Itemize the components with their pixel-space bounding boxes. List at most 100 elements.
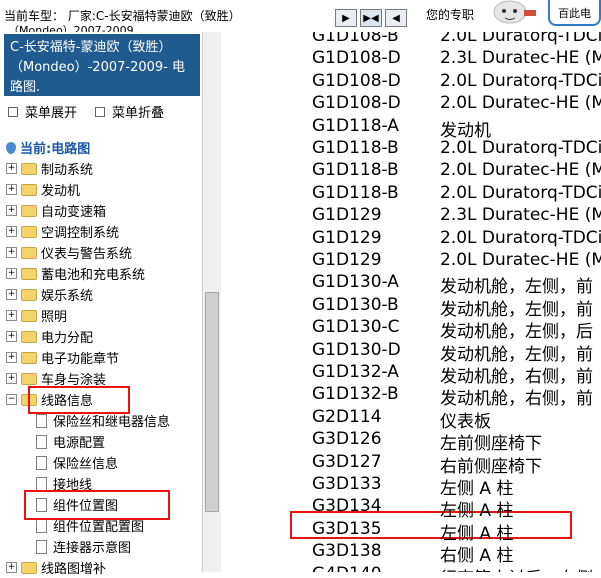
list-row[interactable]: G1D118-A 发动机 — [222, 115, 601, 141]
tree-item[interactable]: + 制动系统 — [6, 158, 170, 179]
row-description: 2.0L Duratorq-TDCi — [440, 138, 601, 158]
tree-item[interactable]: + 空调控制系统 — [6, 221, 170, 242]
list-row[interactable]: G3D127 右前侧座椅下 — [222, 452, 601, 477]
expand-toggle-icon[interactable]: + — [6, 562, 17, 573]
tree-item-label: 仪表与警告系统 — [41, 247, 133, 262]
list-row[interactable]: G4D140 行李箱中衬后，右侧 — [222, 564, 601, 572]
tree-item-label: 电源配置 — [53, 436, 106, 451]
expand-icon[interactable] — [8, 106, 18, 117]
folder-icon — [21, 267, 37, 280]
list-row[interactable]: G3D135 左侧 A 柱 — [222, 519, 601, 544]
row-code: G1D129 — [312, 250, 382, 270]
expand-toggle-icon[interactable]: + — [6, 310, 17, 321]
tree-item-label: 自动变速箱 — [41, 205, 107, 220]
list-row[interactable]: G1D108-D 2.0L Duratorq-TDCi — [222, 71, 601, 93]
folder-icon — [21, 162, 37, 175]
left-scrollbar[interactable] — [202, 32, 221, 572]
row-description: 2.0L Duratorq-TDCi — [440, 182, 601, 203]
back-icon[interactable]: ◀ — [385, 9, 407, 27]
tree-item[interactable]: + 电子功能章节 — [6, 347, 170, 368]
expand-toggle-icon[interactable]: + — [6, 268, 17, 279]
list-row[interactable]: G1D108-B 2.0L Duratorq-TDCi — [222, 32, 601, 48]
row-description: 发动机舱，右侧，前 — [440, 367, 593, 387]
list-row[interactable]: G1D132-B 发动机舱，右侧，前 — [222, 384, 601, 409]
expand-toggle-icon[interactable]: + — [6, 331, 17, 342]
document-icon — [36, 455, 47, 470]
tree-item[interactable]: + 发动机 — [6, 179, 170, 200]
list-row[interactable]: G1D130-D 发动机舱，左侧，前 — [222, 339, 601, 365]
folder-icon — [21, 309, 37, 322]
document-icon — [36, 413, 47, 428]
document-icon — [36, 518, 47, 533]
row-code: G2D114 — [312, 406, 382, 427]
list-row[interactable]: G1D129 2.0L Duratec-HE (M — [222, 250, 601, 272]
list-row[interactable]: G2D114 仪表板 — [222, 406, 601, 432]
folder-icon — [21, 351, 37, 364]
collapse-toggle-icon[interactable]: − — [6, 394, 17, 405]
list-row[interactable]: G1D129 2.3L Duratec-HE (M — [222, 205, 601, 227]
highlight-box-wiring-info — [28, 386, 130, 414]
row-code: G1D130-A — [312, 272, 399, 293]
row-description: 仪表板 — [440, 411, 491, 432]
row-code: G1D130-B — [312, 294, 399, 315]
collapse-icon[interactable] — [95, 106, 106, 117]
list-row[interactable]: G1D130-B 发动机舱，左侧，前 — [222, 294, 601, 320]
row-code: G1D132-B — [312, 384, 399, 405]
row-description: 2.0L Duratec-HE (M — [440, 250, 601, 270]
play-icon[interactable]: ▶ — [335, 9, 357, 27]
folder-icon — [21, 288, 37, 301]
row-code: G3D126 — [312, 429, 382, 450]
tree-item[interactable]: + 仪表与警告系统 — [6, 242, 170, 263]
expand-toggle-icon[interactable]: + — [6, 226, 17, 237]
list-row[interactable]: G1D108-D 2.0L Duratec-HE (M — [222, 93, 601, 115]
expand-toggle-icon[interactable]: + — [6, 205, 17, 216]
row-code: G1D108-D — [312, 70, 401, 91]
expand-toggle-icon[interactable]: + — [6, 163, 17, 174]
tree-item[interactable]: 保险丝信息 — [6, 452, 170, 473]
list-row[interactable]: G1D118-B 2.0L Duratorq-TDCi — [222, 183, 601, 205]
tree-item[interactable]: + 照明 — [6, 305, 170, 326]
row-code: G1D118-B — [312, 160, 399, 181]
list-row[interactable]: G3D138 右侧 A 柱 — [222, 541, 601, 566]
list-row[interactable]: G1D130-A 发动机舱，左侧，前 — [222, 272, 601, 297]
row-description: 2.0L Duratec-HE (M — [440, 160, 601, 181]
scroll-thumb[interactable] — [205, 292, 219, 512]
list-row[interactable]: G3D133 左侧 A 柱 — [222, 474, 601, 499]
menu-collapse-link[interactable]: 菜单折叠 — [112, 102, 164, 121]
current-label: 当前:电路图 — [20, 142, 91, 157]
row-code: G1D118-A — [312, 115, 399, 136]
row-description: 左侧 A 柱 — [440, 523, 514, 544]
tree-item[interactable]: 电源配置 — [6, 431, 170, 452]
list-row[interactable]: G1D130-C 发动机舱，左侧，后 — [222, 317, 601, 342]
list-row[interactable]: G1D118-B 2.0L Duratec-HE (M — [222, 160, 601, 182]
tree-item[interactable]: 连接器示意图 — [6, 536, 170, 557]
list-row[interactable]: G1D129 2.0L Duratorq-TDCi — [222, 228, 601, 250]
tree-item[interactable]: + 线路图增补 — [6, 557, 170, 578]
tree-item-label: 发动机 — [41, 184, 81, 199]
list-row[interactable]: G1D108-D 2.3L Duratec-HE (M — [222, 48, 601, 70]
expand-toggle-icon[interactable]: + — [6, 289, 17, 300]
row-description: 2.3L Duratec-HE (M — [440, 205, 601, 226]
row-description: 2.0L Duratorq-TDCi — [440, 70, 601, 91]
tree-item[interactable]: + 娱乐系统 — [6, 284, 170, 305]
expand-toggle-icon[interactable]: + — [6, 352, 17, 363]
expand-toggle-icon[interactable]: + — [6, 184, 17, 195]
row-description: 2.0L Duratec-HE (M — [440, 93, 601, 114]
row-code: G1D130-D — [312, 339, 401, 360]
list-row[interactable]: G1D118-B 2.0L Duratorq-TDCi — [222, 138, 601, 160]
list-row[interactable]: G3D134 左侧 A 柱 — [222, 496, 601, 521]
tree-item-label: 蓄电池和充电系统 — [41, 268, 146, 283]
folder-icon — [21, 183, 37, 196]
tree-item[interactable]: + 自动变速箱 — [6, 200, 170, 221]
list-row[interactable]: G3D126 左前侧座椅下 — [222, 429, 601, 454]
skip-icon[interactable]: ▶◀ — [360, 9, 382, 27]
menu-expand-link[interactable]: 菜单展开 — [25, 102, 77, 121]
tree-item[interactable]: + 电力分配 — [6, 326, 170, 347]
expand-toggle-icon[interactable]: + — [6, 247, 17, 258]
list-row[interactable]: G1D132-A 发动机舱，右侧，前 — [222, 362, 601, 387]
top-bar: 当前车型： 厂家:C-长安福特蒙迪欧（致胜） （Mondeo）2007-2009… — [0, 0, 601, 37]
expand-toggle-icon[interactable]: + — [6, 373, 17, 384]
tree-item[interactable]: + 蓄电池和充电系统 — [6, 263, 170, 284]
row-description: 2.0L Duratorq-TDCi — [440, 32, 601, 46]
cta-button[interactable]: 百此电 — [548, 0, 601, 26]
